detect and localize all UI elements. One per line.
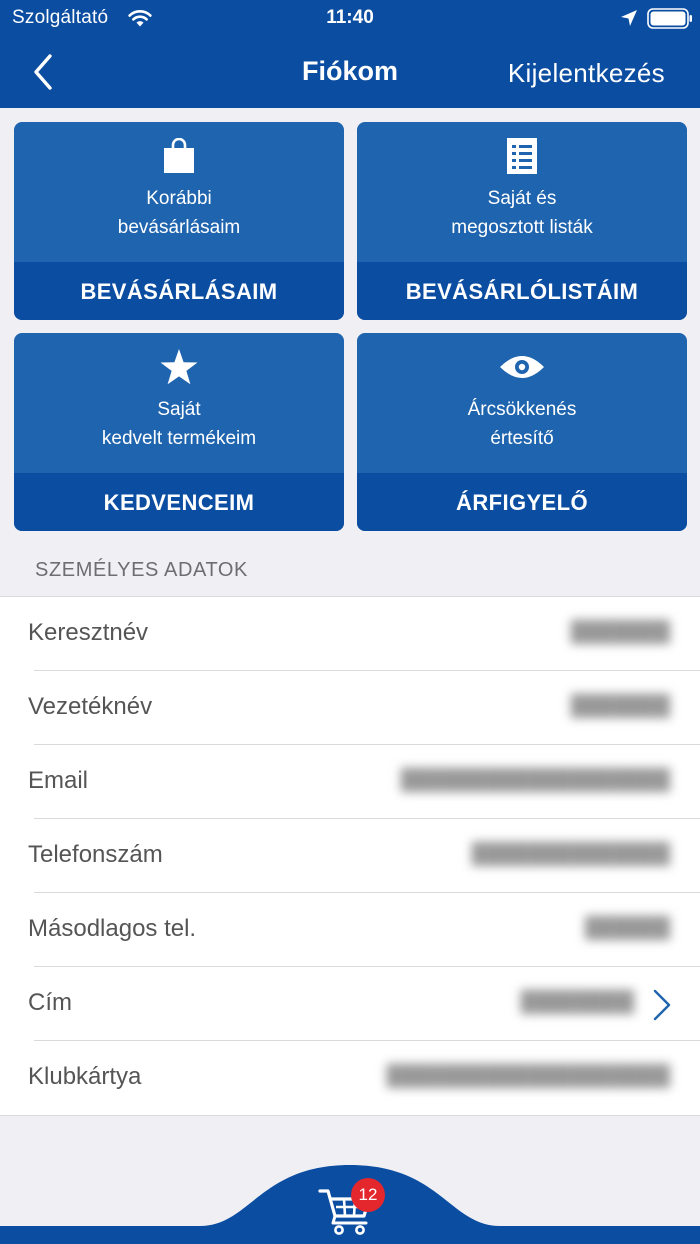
cart-count-badge: 12	[351, 1178, 385, 1212]
row-value-redacted: ████████████████████	[386, 1065, 670, 1087]
row-label: Cím	[28, 989, 72, 1016]
section-header: SZEMÉLYES ADATOK	[35, 559, 248, 581]
email-row[interactable]: ███████████████████ Email	[0, 745, 700, 819]
phone-row[interactable]: Telefonszám ██████████████	[0, 819, 700, 893]
row-label: Telefonszám	[28, 841, 163, 868]
favorites-tile[interactable]: Saját kedvelt termékeim KEDVENCEIM	[14, 333, 344, 531]
tile-label: KEDVENCEIM	[14, 473, 344, 531]
tile-label: ÁRFIGYELŐ	[357, 473, 687, 531]
tile-description: Árcsökkenés értesítő	[467, 399, 577, 449]
chevron-right-icon	[653, 989, 671, 1021]
club-card-row[interactable]: Klubkártya ████████████████████	[0, 1041, 700, 1115]
tile-description: Korábbi bevásárlásaim	[117, 188, 241, 238]
row-value-redacted: ███████	[570, 621, 670, 643]
row-value-redacted: ██████████████	[471, 843, 670, 865]
navigation-bar: Fiókom Kijelentkezés	[0, 36, 700, 108]
row-value-redacted: ███████	[570, 695, 670, 717]
list-icon	[507, 138, 537, 174]
star-icon	[160, 349, 198, 385]
row-value-redacted: ████████	[520, 991, 634, 1013]
tile-label: BEVÁSÁRLÓLISTÁIM	[357, 262, 687, 320]
row-label: Másodlagos tel.	[28, 915, 197, 942]
last-name-row[interactable]: Vezetéknév ███████	[0, 671, 700, 745]
header-bar: Szolgáltató 11:40 Fiókom Kijelentkezés	[0, 0, 700, 108]
row-label: Email	[28, 767, 89, 794]
logout-button[interactable]: Kijelentkezés	[508, 58, 665, 89]
clock: 11:40	[326, 7, 374, 28]
purchases-tile[interactable]: Korábbi bevásárlásaim BEVÁSÁRLÁSAIM	[14, 122, 344, 320]
shopping-bag-icon	[164, 138, 194, 173]
row-value-redacted: ███████████████████	[400, 769, 670, 791]
row-label: Klubkártya	[28, 1063, 142, 1090]
battery-icon	[647, 8, 692, 29]
first-name-row[interactable]: Keresztnév ███████	[0, 597, 700, 671]
location-arrow-icon	[621, 10, 637, 26]
secondary-phone-row[interactable]: Másodlagos tel. ██████	[0, 893, 700, 967]
row-label: Vezetéknév	[28, 693, 153, 720]
personal-data-list: Keresztnév ███████ Vezetéknév ███████ ██…	[0, 596, 700, 1116]
shopping-lists-tile[interactable]: Saját és megosztott listák BEVÁSÁRLÓLIST…	[357, 122, 687, 320]
row-label: Keresztnév	[28, 619, 149, 646]
bottom-cart-bar: 12	[0, 1160, 700, 1244]
tile-description: Saját kedvelt termékeim	[101, 399, 257, 449]
row-value-redacted: ██████	[584, 917, 670, 939]
address-row[interactable]: Cím ████████	[0, 967, 700, 1041]
price-watch-tile[interactable]: Árcsökkenés értesítő ÁRFIGYELŐ	[357, 333, 687, 531]
tile-label: BEVÁSÁRLÁSAIM	[14, 262, 344, 320]
eye-icon	[500, 356, 544, 378]
status-bar: Szolgáltató 11:40	[0, 0, 700, 36]
tile-description: Saját és megosztott listák	[451, 188, 593, 238]
